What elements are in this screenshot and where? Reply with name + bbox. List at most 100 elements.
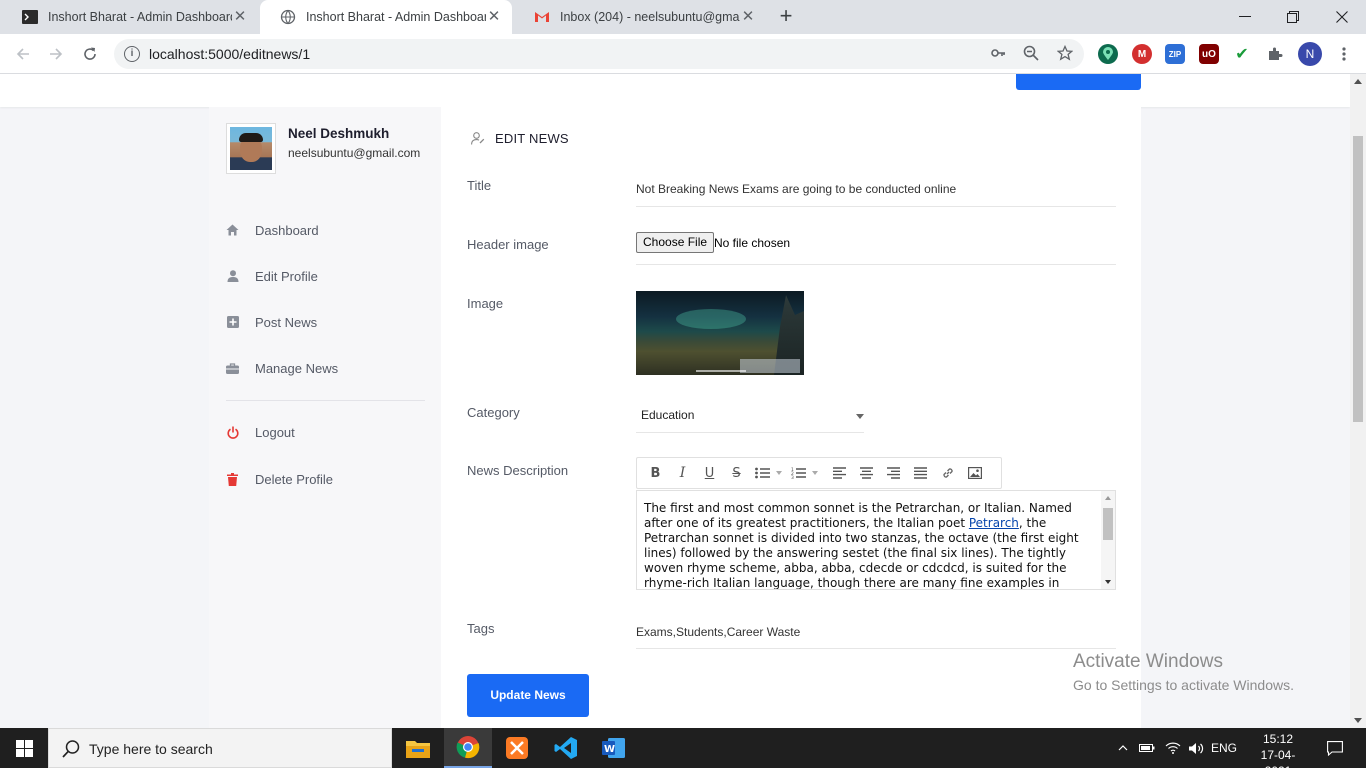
battery-icon[interactable]	[1137, 728, 1157, 768]
user-email: neelsubuntu@gmail.com	[288, 146, 421, 160]
chevron-up-icon[interactable]	[1114, 728, 1132, 768]
insert-image-icon[interactable]	[961, 462, 988, 484]
bold-icon[interactable]: B	[642, 462, 669, 484]
sidebar: Neel Deshmukh neelsubuntu@gmail.com Dash…	[209, 107, 441, 728]
svg-text:3: 3	[791, 475, 794, 479]
restore-icon[interactable]	[1269, 0, 1317, 34]
tab-title: Inbox (204) - neelsubuntu@gmail.com	[560, 10, 740, 24]
underline-icon[interactable]: U	[696, 462, 723, 484]
briefcase-icon	[226, 362, 239, 375]
more-menu-icon[interactable]	[1330, 40, 1358, 68]
sidebar-item-logout[interactable]: Logout	[226, 422, 295, 442]
chrome-icon[interactable]	[444, 728, 492, 768]
news-image-thumbnail	[636, 291, 804, 375]
no-file-text: No file chosen	[714, 236, 791, 250]
browser-tab-3[interactable]: Inbox (204) - neelsubuntu@gmail.com ✕	[514, 0, 766, 34]
scroll-down-icon[interactable]	[1354, 718, 1362, 723]
bookmark-star-icon[interactable]	[1056, 44, 1074, 63]
terminal-icon	[22, 9, 38, 25]
header-action-button[interactable]	[1016, 74, 1141, 90]
strikethrough-icon[interactable]: S	[723, 462, 750, 484]
sidebar-item-post-news[interactable]: Post News	[226, 312, 317, 332]
browser-tab-2[interactable]: Inshort Bharat - Admin Dashboard ✕	[260, 0, 512, 34]
align-right-icon[interactable]	[880, 462, 907, 484]
taskbar: Type here to search W ENG 15:12 17-04-20…	[0, 728, 1366, 768]
forward-arrow-icon[interactable]	[42, 40, 70, 68]
ublock-ext-icon[interactable]: uO	[1199, 44, 1219, 64]
key-icon[interactable]	[989, 45, 1007, 63]
minimize-icon[interactable]	[1221, 0, 1269, 34]
scroll-up-icon[interactable]	[1354, 79, 1362, 84]
numbered-list-dropdown-icon[interactable]	[812, 471, 818, 475]
check-ext-icon[interactable]: ✔	[1232, 44, 1252, 64]
clock-time: 15:12	[1262, 732, 1294, 746]
sidebar-item-dashboard[interactable]: Dashboard	[226, 220, 319, 240]
align-justify-icon[interactable]	[907, 462, 934, 484]
align-center-icon[interactable]	[853, 462, 880, 484]
avatar	[226, 123, 276, 174]
scroll-down-icon[interactable]	[1105, 580, 1111, 584]
search-icon	[61, 739, 81, 759]
new-tab-button[interactable]: +	[774, 5, 798, 29]
editor-scrollbar[interactable]	[1101, 491, 1115, 589]
location-ext-icon[interactable]	[1098, 44, 1118, 64]
editor-scroll-thumb[interactable]	[1103, 508, 1113, 540]
file-explorer-icon[interactable]	[394, 728, 442, 768]
align-left-icon[interactable]	[826, 462, 853, 484]
system-clock[interactable]: 15:12 17-04-2021	[1248, 731, 1308, 768]
profile-card: Neel Deshmukh neelsubuntu@gmail.com	[226, 123, 446, 183]
reload-icon[interactable]	[76, 40, 104, 68]
browser-toolbar: i localhost:5000/editnews/1 M ZIP uO ✔ N	[0, 34, 1366, 74]
close-tab-icon[interactable]: ✕	[232, 9, 248, 25]
category-value: Education	[641, 408, 695, 422]
back-arrow-icon[interactable]	[9, 40, 37, 68]
sidebar-item-edit-profile[interactable]: Edit Profile	[226, 266, 318, 286]
page-scrollbar[interactable]	[1350, 74, 1366, 728]
edit-news-form: EDIT NEWS Title Not Breaking News Exams …	[441, 107, 1141, 728]
zip-ext-icon[interactable]: ZIP	[1165, 44, 1185, 64]
zoom-out-icon[interactable]	[1022, 45, 1040, 63]
section-heading: EDIT NEWS	[471, 131, 569, 146]
italic-icon[interactable]: I	[669, 462, 696, 484]
tags-input[interactable]: Exams,Students,Career Waste	[636, 625, 1116, 639]
choose-file-button[interactable]: Choose File	[636, 232, 715, 253]
sidebar-item-label: Post News	[255, 314, 318, 330]
header-image-label: Header image	[467, 237, 549, 252]
bullet-list-dropdown-icon[interactable]	[776, 471, 782, 475]
update-news-button[interactable]: Update News	[467, 674, 589, 717]
volume-icon[interactable]	[1185, 728, 1207, 768]
sidebar-item-manage-news[interactable]: Manage News	[226, 358, 338, 378]
sidebar-item-delete-profile[interactable]: Delete Profile	[226, 469, 333, 489]
petrarch-link[interactable]: Petrarch	[969, 516, 1019, 530]
close-tab-icon[interactable]: ✕	[740, 9, 756, 25]
page-scroll-thumb[interactable]	[1353, 136, 1363, 422]
vscode-icon[interactable]	[542, 728, 590, 768]
description-editor[interactable]: The first and most common sonnet is the …	[636, 490, 1116, 590]
close-window-icon[interactable]	[1318, 0, 1366, 34]
browser-tab-1[interactable]: Inshort Bharat - Admin Dashboard ✕	[2, 0, 258, 34]
profile-avatar[interactable]: N	[1298, 42, 1322, 66]
language-indicator[interactable]: ENG	[1208, 728, 1240, 768]
notifications-icon[interactable]	[1320, 728, 1350, 768]
wifi-icon[interactable]	[1162, 728, 1184, 768]
taskbar-search-box[interactable]: Type here to search	[48, 728, 392, 768]
windows-start-icon[interactable]	[0, 728, 48, 768]
title-input[interactable]: Not Breaking News Exams are going to be …	[636, 182, 1116, 196]
scroll-up-icon[interactable]	[1105, 496, 1111, 500]
search-placeholder: Type here to search	[89, 741, 213, 757]
site-info-icon[interactable]: i	[124, 46, 140, 62]
close-tab-icon[interactable]: ✕	[486, 9, 502, 25]
trash-icon	[226, 472, 239, 486]
mega-ext-icon[interactable]: M	[1132, 44, 1152, 64]
editor-toolbar: B I U S 123	[636, 457, 1002, 489]
address-bar[interactable]: i localhost:5000/editnews/1	[114, 39, 1084, 69]
bullet-list-icon[interactable]	[754, 462, 770, 484]
numbered-list-icon[interactable]: 123	[790, 462, 806, 484]
xampp-icon[interactable]	[493, 728, 541, 768]
word-icon[interactable]: W	[590, 728, 638, 768]
link-icon[interactable]	[934, 462, 961, 484]
category-label: Category	[467, 405, 520, 420]
description-label: News Description	[467, 463, 569, 478]
puzzle-icon[interactable]	[1265, 44, 1285, 64]
category-select[interactable]: Education	[636, 399, 864, 433]
